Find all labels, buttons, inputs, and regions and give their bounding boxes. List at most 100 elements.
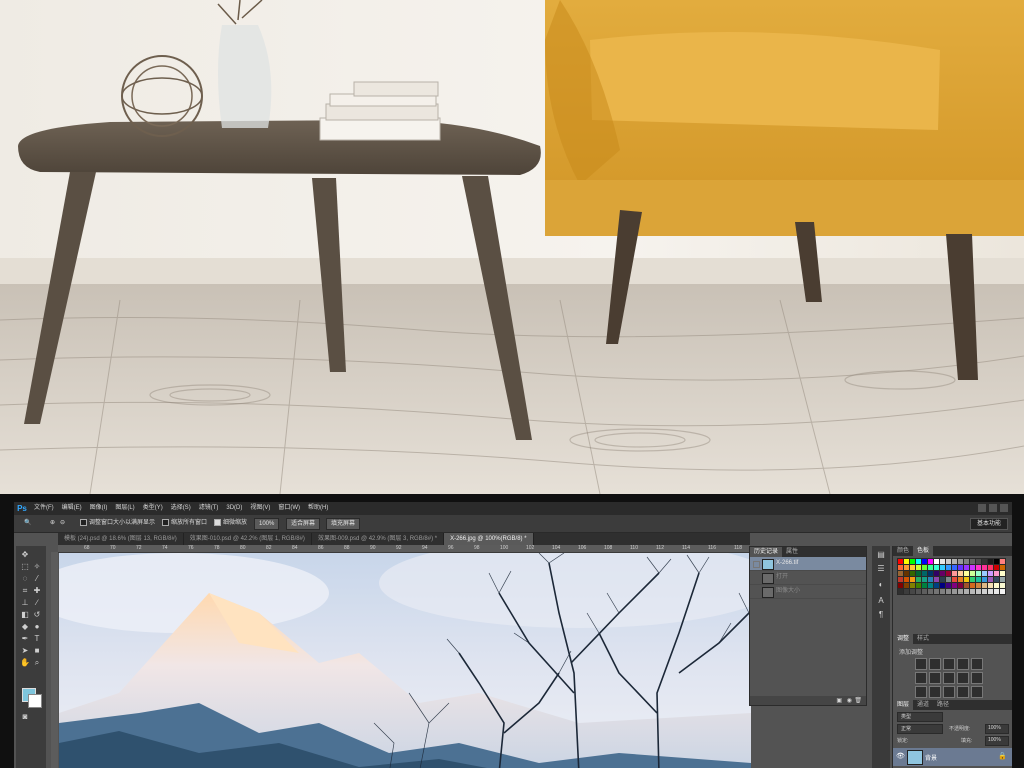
opacity-field[interactable]: 100% [985,724,1009,734]
properties-panel-icon[interactable]: ☰ [876,564,886,574]
swatches-panel-tabs: 颜色 色板 [893,546,1012,556]
color-panel-icon[interactable]: ◐ [876,580,886,590]
path-select-tool-icon[interactable]: ➤ [20,646,30,656]
fill-screen-button[interactable]: 填充屏幕 [326,518,361,530]
layer-filter-select[interactable]: 类型 [897,712,943,722]
gradient-map-icon[interactable] [957,686,969,698]
scrubby-zoom-option[interactable]: 细微缩放 [214,519,247,528]
eraser-tool-icon[interactable]: ◧ [20,610,30,620]
maximize-button[interactable] [989,504,997,512]
black-white-icon[interactable] [943,672,955,684]
character-panel-icon[interactable]: A [876,596,886,606]
tab-color[interactable]: 颜色 [893,546,913,556]
resize-windows-option[interactable]: 调整窗口大小以满屏显示 [80,519,155,528]
background-color-swatch[interactable] [28,694,42,708]
stamp-tool-icon[interactable]: ⊥ [20,598,30,608]
horizontal-ruler: 68 70 72 74 76 78 80 82 84 86 88 90 92 94 96 98 100 102 10… [58,545,750,553]
doc-tab-effect009[interactable]: 效果图-009.psd @ 42.9% (图层 3, RGB/8#) * [312,533,445,545]
tab-swatches[interactable]: 色板 [913,546,934,556]
snapshot-checkbox[interactable] [753,561,760,568]
invert-icon[interactable] [915,686,927,698]
menu-view[interactable]: 视图(V) [250,502,270,515]
mountain-landscape-image [59,553,751,768]
tab-properties[interactable]: 属性 [782,547,802,557]
curves-icon[interactable] [943,658,955,670]
history-panel-icon[interactable]: ▤ [876,550,886,560]
minimize-button[interactable] [978,504,986,512]
menu-image[interactable]: 图像(I) [90,502,108,515]
eyedropper-tool-icon[interactable]: ⁄ [32,574,42,584]
magic-wand-tool-icon[interactable]: ✧ [32,562,42,572]
dodge-tool-icon[interactable]: ● [32,622,42,632]
tab-channels[interactable]: 通道 [913,700,933,710]
color-balance-icon[interactable] [929,672,941,684]
tab-history[interactable]: 历史记录 [750,547,783,557]
menu-help[interactable]: 帮助(H) [308,502,328,515]
document-canvas[interactable] [59,553,751,768]
doc-tab-effect010[interactable]: 效果图-010.psd @ 42.2% (图层 1, RGB/8#) [184,533,312,545]
threshold-icon[interactable] [943,686,955,698]
move-tool-icon[interactable]: ✥ [20,550,30,560]
text-tool-icon[interactable]: T [32,634,42,644]
lasso-tool-icon[interactable]: ◌ [20,574,30,584]
resize-windows-checkbox[interactable] [80,519,87,526]
menu-edit[interactable]: 编辑(E) [62,502,82,515]
menu-3d[interactable]: 3D(D) [226,502,242,515]
close-button[interactable] [1000,504,1008,512]
zoom-in-icon[interactable]: ⊕ [50,519,55,528]
brush-tool-icon[interactable]: ∕ [32,598,42,608]
menu-file[interactable]: 文件(F) [34,502,54,515]
color-swatch[interactable] [999,588,1006,595]
menu-filter[interactable]: 滤镜(T) [199,502,219,515]
history-entry-image-size[interactable]: 图像大小 [750,585,866,599]
marquee-tool-icon[interactable]: ⬚ [20,562,30,572]
hue-saturation-icon[interactable] [915,672,927,684]
selective-color-icon[interactable] [971,686,983,698]
workspace-select[interactable]: 基本功能 [969,518,1008,530]
pen-tool-icon[interactable]: ✒ [20,634,30,644]
fill-field[interactable]: 100% [985,736,1009,746]
zoom-all-windows-option[interactable]: 缩放所有窗口 [162,519,207,528]
visibility-eye-icon[interactable]: 👁 [896,752,905,760]
doc-tab-template24[interactable]: 模板 (24).psd @ 18.6% (图层 13, RGB/8#) [58,533,184,545]
new-document-icon[interactable]: ▣ [836,697,842,704]
scrubby-zoom-checkbox[interactable] [214,519,221,526]
blur-tool-icon[interactable]: ◆ [20,622,30,632]
crop-tool-icon[interactable]: ⌗ [20,586,30,596]
menu-type[interactable]: 类型(Y) [143,502,163,515]
layer-row-background[interactable]: 👁 背景 🔒 [893,748,1012,766]
doc-tab-x266[interactable]: X-266.jpg @ 100%(RGB/8) * [444,533,534,545]
brightness-icon[interactable] [915,658,927,670]
zoom-tool-icon[interactable]: 🔍 [24,519,31,528]
history-brush-tool-icon[interactable]: ↺ [32,610,42,620]
heal-tool-icon[interactable]: ✚ [32,586,42,596]
trash-icon[interactable]: 🗑 [854,697,862,704]
snapshot-camera-icon[interactable]: ◉ [847,697,852,704]
menu-layer[interactable]: 图层(L) [115,502,134,515]
vibrance-icon[interactable] [971,658,983,670]
menu-window[interactable]: 窗口(W) [278,502,300,515]
paragraph-panel-icon[interactable]: ¶ [876,610,886,620]
blend-mode-select[interactable]: 正常 [897,724,943,734]
history-entry-snapshot[interactable]: X-266.tif [750,557,866,571]
zoom-all-checkbox[interactable] [162,519,169,526]
shape-tool-icon[interactable]: ■ [32,646,42,656]
photo-filter-icon[interactable] [957,672,969,684]
ruler-tick-label: 96 [448,545,454,551]
quick-mask-icon[interactable]: ◙ [20,712,30,722]
zoom-tool-panel-icon[interactable]: ⌕ [32,658,42,668]
fit-screen-button[interactable]: 适合屏幕 [286,518,321,530]
posterize-icon[interactable] [929,686,941,698]
hand-tool-icon[interactable]: ✋ [20,658,30,668]
tab-styles[interactable]: 样式 [913,634,933,644]
exposure-icon[interactable] [957,658,969,670]
menu-select[interactable]: 选择(S) [171,502,191,515]
zoom-out-icon[interactable]: ⊖ [60,519,65,528]
history-entry-open[interactable]: 打开 [750,571,866,585]
zoom-100-button[interactable]: 100% [254,518,280,530]
tab-paths[interactable]: 路径 [933,700,953,710]
tab-layers[interactable]: 图层 [893,700,914,710]
channel-mixer-icon[interactable] [971,672,983,684]
tab-adjustments[interactable]: 调整 [893,634,914,644]
levels-icon[interactable] [929,658,941,670]
